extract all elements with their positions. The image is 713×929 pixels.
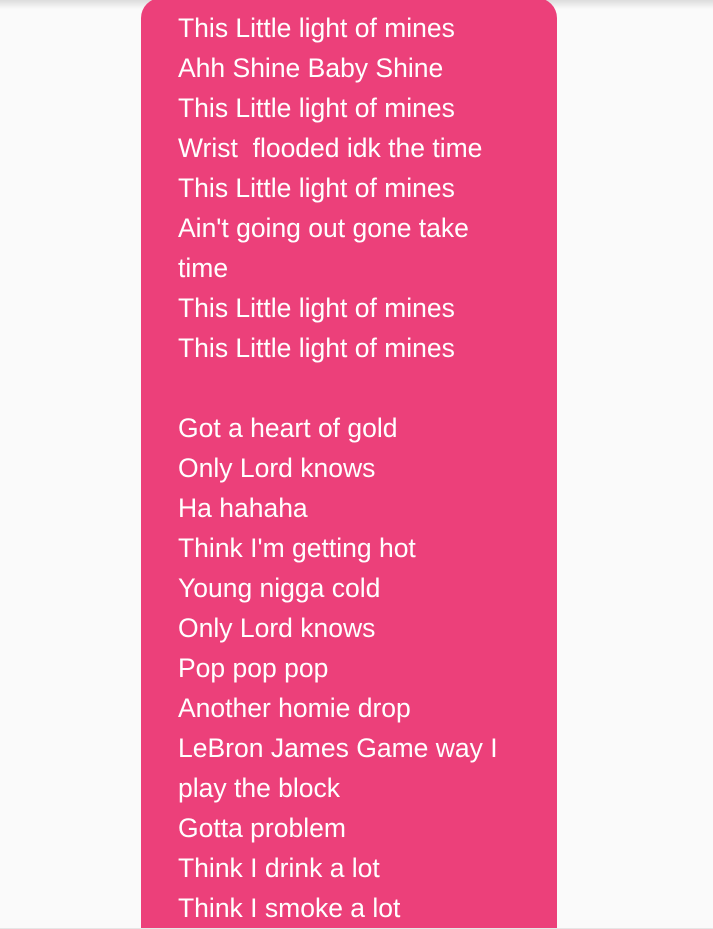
message-line: Ain't going out gone take [178,213,469,243]
message-line: This Little light of mines [178,93,455,123]
message-line: play the block [178,773,341,803]
message-line: Young nigga cold [178,573,381,603]
message-line: Gotta problem [178,813,346,843]
message-line: Ha hahaha [178,493,308,523]
message-line: This Little light of mines [178,173,455,203]
message-line: Think I'm getting hot [178,533,416,563]
message-line: Think I smoke a lot [178,893,401,923]
message-line: This Little light of mines [178,293,455,323]
message-blank-line [178,368,538,408]
message-line: Another homie drop [178,693,411,723]
message-line: Wrist flooded idk the time [178,133,483,163]
message-line: Got a heart of gold [178,413,398,443]
message-line: Think I drink a lot [178,853,380,883]
message-line: Only Lord knows [178,453,376,483]
message-line: This Little light of mines [178,333,455,363]
message-bubble[interactable]: This Little light of mines Ahh Shine Bab… [141,0,557,929]
message-line: LeBron James Game way I [178,733,498,763]
message-line: This Little light of mines [178,13,455,43]
message-text: This Little light of mines Ahh Shine Bab… [178,8,538,928]
message-line: time [178,253,229,283]
message-line: Pop pop pop [178,653,329,683]
message-line: Ahh Shine Baby Shine [178,53,444,83]
message-line: Only Lord knows [178,613,376,643]
